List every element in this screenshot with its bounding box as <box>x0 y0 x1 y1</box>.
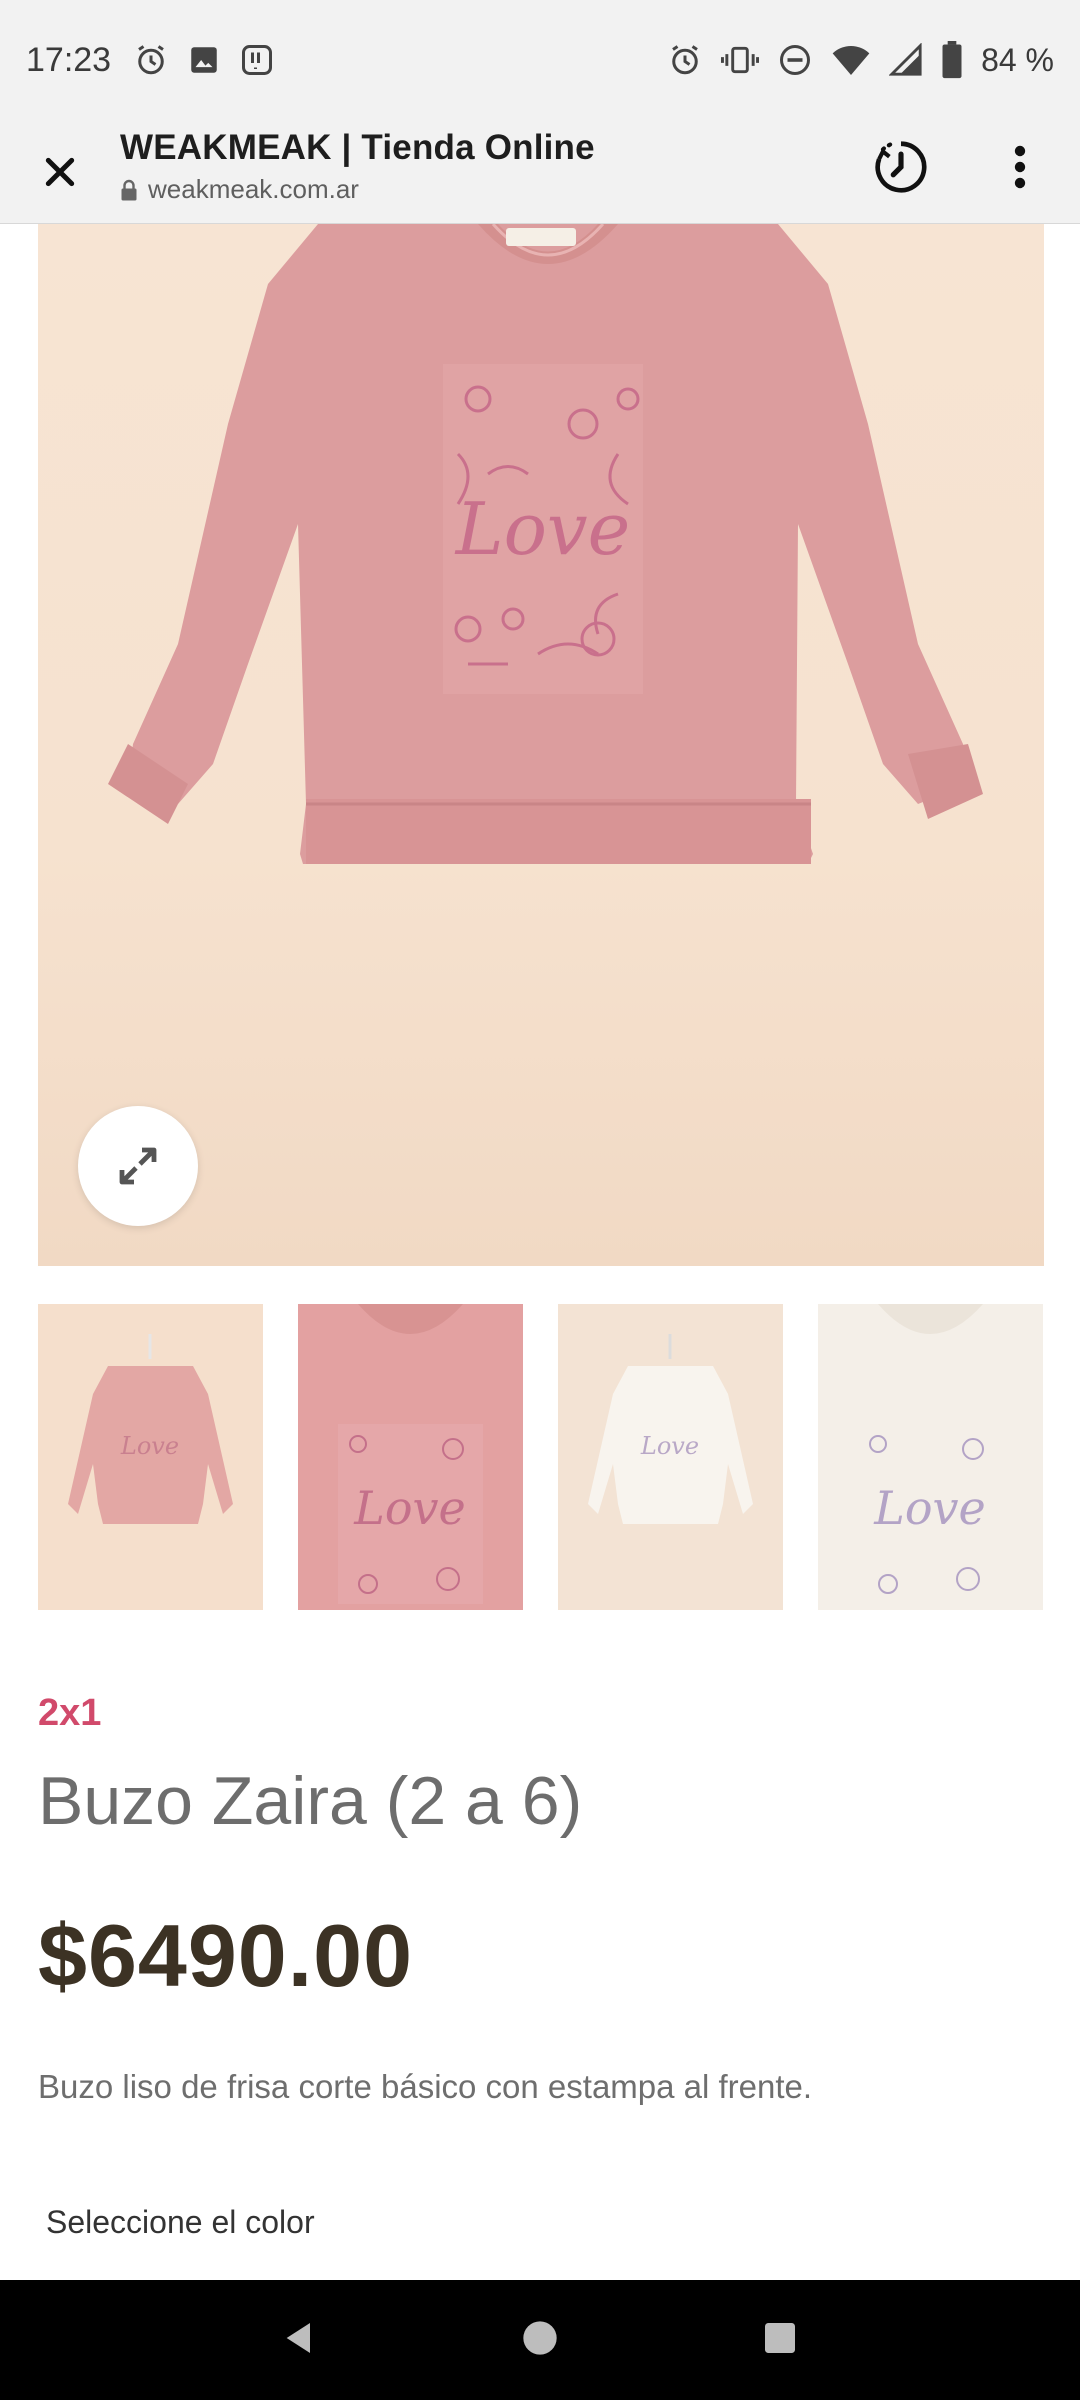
thumbnail-2-image: Love <box>298 1304 523 1610</box>
home-button[interactable] <box>520 2318 560 2363</box>
recents-square-icon <box>765 2322 795 2353</box>
thumbnail-2[interactable]: Love <box>298 1304 523 1610</box>
page-url: weakmeak.com.ar <box>148 174 359 204</box>
more-options-button[interactable] <box>990 132 1050 202</box>
product-description: Buzo liso de frisa corte básico con esta… <box>38 2068 813 2105</box>
back-button[interactable] <box>280 2318 320 2363</box>
page-info[interactable]: WEAKMEAK | Tienda Online weakmeak.com.ar <box>120 128 595 205</box>
vibrate-icon <box>721 46 760 74</box>
alarm-icon <box>138 45 164 75</box>
ticket-icon <box>242 45 273 75</box>
recents-button[interactable] <box>760 2318 800 2363</box>
promo-label: 2x1 <box>38 1692 102 1734</box>
svg-text:Love: Love <box>353 1481 465 1535</box>
history-icon <box>875 141 927 193</box>
product-name: Buzo Zaira (2 a 6) <box>38 1763 583 1839</box>
battery-percentage: 84 % <box>981 41 1054 78</box>
thumbnail-1-image: Love <box>68 1334 233 1524</box>
signal-icon <box>889 43 922 76</box>
close-tab-button[interactable] <box>30 142 90 202</box>
status-time: 17:23 <box>26 40 112 79</box>
close-icon <box>45 157 75 187</box>
thumbnail-4[interactable]: Love <box>818 1304 1043 1610</box>
page-title: WEAKMEAK | Tienda Online <box>120 128 595 167</box>
zoom-button[interactable] <box>78 1106 198 1226</box>
thumbnail-gallery: Love Love Love Love <box>38 1304 1044 1610</box>
wifi-icon <box>832 46 870 75</box>
more-vert-icon <box>1014 145 1026 189</box>
svg-text:Love: Love <box>873 1481 985 1535</box>
sweater-illustration: Love <box>108 224 983 864</box>
battery-icon <box>942 41 962 79</box>
product-main-image[interactable]: Love <box>38 224 1044 1266</box>
status-left-icons <box>133 42 275 78</box>
lock-icon <box>121 179 137 200</box>
system-nav-bar <box>0 2280 1080 2400</box>
status-bar: 17:23 84 % <box>0 0 1080 120</box>
image-icon <box>191 47 217 73</box>
dnd-icon <box>780 45 811 75</box>
home-circle-icon <box>523 2320 557 2355</box>
thumbnail-3[interactable]: Love <box>558 1304 783 1610</box>
status-right-icons: 84 % <box>667 41 1054 79</box>
svg-text:Love: Love <box>120 1432 179 1460</box>
thumbnail-3-image: Love <box>588 1334 753 1524</box>
thumbnail-4-image: Love <box>818 1304 1043 1610</box>
browser-toolbar: WEAKMEAK | Tienda Online weakmeak.com.ar <box>0 120 1080 224</box>
alarm-icon <box>672 45 698 75</box>
url-row: weakmeak.com.ar <box>120 174 595 205</box>
product-price: $6490.00 <box>38 1906 414 2005</box>
svg-text:Love: Love <box>640 1432 699 1460</box>
svg-text:Love: Love <box>454 487 630 571</box>
thumbnail-1[interactable]: Love <box>38 1304 263 1610</box>
expand-icon <box>119 1147 157 1185</box>
back-triangle-icon <box>286 2322 310 2353</box>
history-button[interactable] <box>866 132 936 202</box>
color-select-label: Seleccione el color <box>46 2204 315 2240</box>
